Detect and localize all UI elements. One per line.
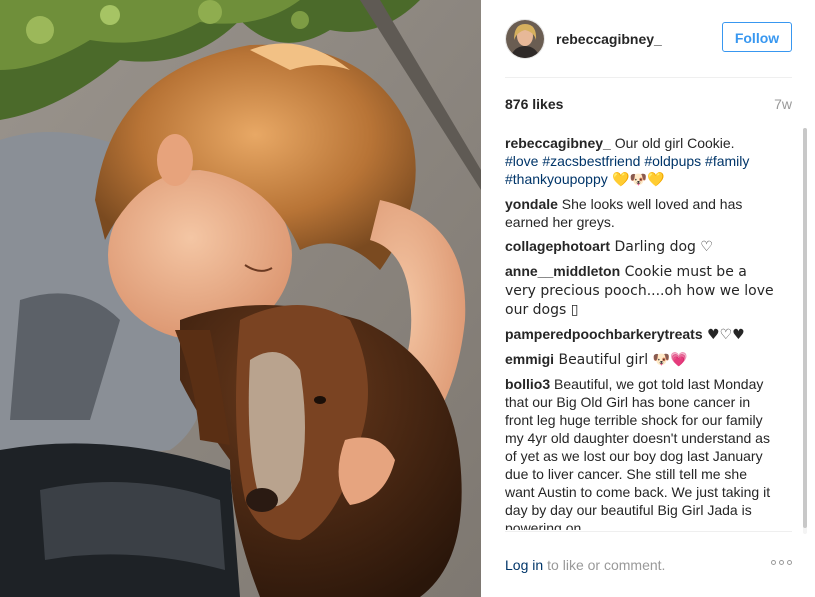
scrollbar-thumb[interactable]: [803, 128, 807, 528]
comment-text: ♥♡♥: [702, 327, 745, 343]
post-photo[interactable]: [0, 0, 481, 597]
comment-text: Beautiful girl 🐶💗: [554, 352, 688, 368]
comment-username[interactable]: yondale: [505, 196, 558, 212]
comment-username[interactable]: pamperedpoochbarkerytreats: [505, 326, 703, 342]
hashtag[interactable]: #love: [505, 153, 538, 169]
comment-text: Darling dog ♡: [610, 239, 713, 255]
follow-button[interactable]: Follow: [722, 22, 792, 52]
comment-list[interactable]: rebeccagibney_ Our old girl Cookie. #lov…: [505, 134, 793, 530]
more-options-icon[interactable]: [771, 560, 792, 565]
avatar[interactable]: [505, 18, 545, 59]
post-time[interactable]: 7w: [774, 96, 792, 114]
dot-icon: [771, 560, 776, 565]
comment-username[interactable]: anne__middleton: [505, 263, 620, 279]
post-side-panel: rebeccagibney_ Follow 876 likes 7w rebec…: [481, 0, 815, 597]
hashtag[interactable]: #zacsbestfriend: [542, 153, 640, 169]
post-header: rebeccagibney_ Follow: [505, 0, 792, 78]
dot-icon: [779, 560, 784, 565]
caption: rebeccagibney_ Our old girl Cookie. #lov…: [505, 134, 793, 189]
comment-username[interactable]: emmigi: [505, 351, 554, 367]
login-prompt-text: to like or comment.: [547, 557, 666, 573]
avatar-image: [506, 19, 544, 58]
post-footer: Log in to like or comment.: [505, 531, 792, 597]
comment: yondale She looks well loved and has ear…: [505, 195, 793, 231]
comment-text: Our old girl Cookie.: [610, 135, 735, 151]
comment: anne__middleton Cookie must be a very pr…: [505, 262, 793, 319]
photo-illustration: [0, 0, 481, 597]
hashtag[interactable]: #thankyoupoppy: [505, 171, 608, 187]
comment: collagephotoart Darling dog ♡: [505, 237, 793, 256]
post-username[interactable]: rebeccagibney_: [556, 31, 662, 47]
comment-username[interactable]: bollio3: [505, 376, 550, 392]
comment-text: Beautiful, we got told last Monday that …: [505, 376, 771, 530]
comment: bollio3 Beautiful, we got told last Mond…: [505, 375, 793, 530]
instagram-post: rebeccagibney_ Follow 876 likes 7w rebec…: [0, 0, 815, 597]
hashtag[interactable]: #oldpups: [644, 153, 701, 169]
comment-scrollbar[interactable]: [803, 128, 807, 534]
comment: pamperedpoochbarkerytreats ♥♡♥: [505, 325, 793, 344]
comment: emmigi Beautiful girl 🐶💗: [505, 350, 793, 369]
comment-emoji: 💛🐶💛: [607, 172, 665, 188]
comment-username[interactable]: rebeccagibney_: [505, 135, 611, 151]
comment-username[interactable]: collagephotoart: [505, 238, 610, 254]
post-stats: 876 likes 7w: [505, 96, 792, 114]
login-link[interactable]: Log in: [505, 557, 543, 573]
hashtag[interactable]: #family: [705, 153, 749, 169]
likes-count[interactable]: 876 likes: [505, 96, 563, 114]
dot-icon: [787, 560, 792, 565]
